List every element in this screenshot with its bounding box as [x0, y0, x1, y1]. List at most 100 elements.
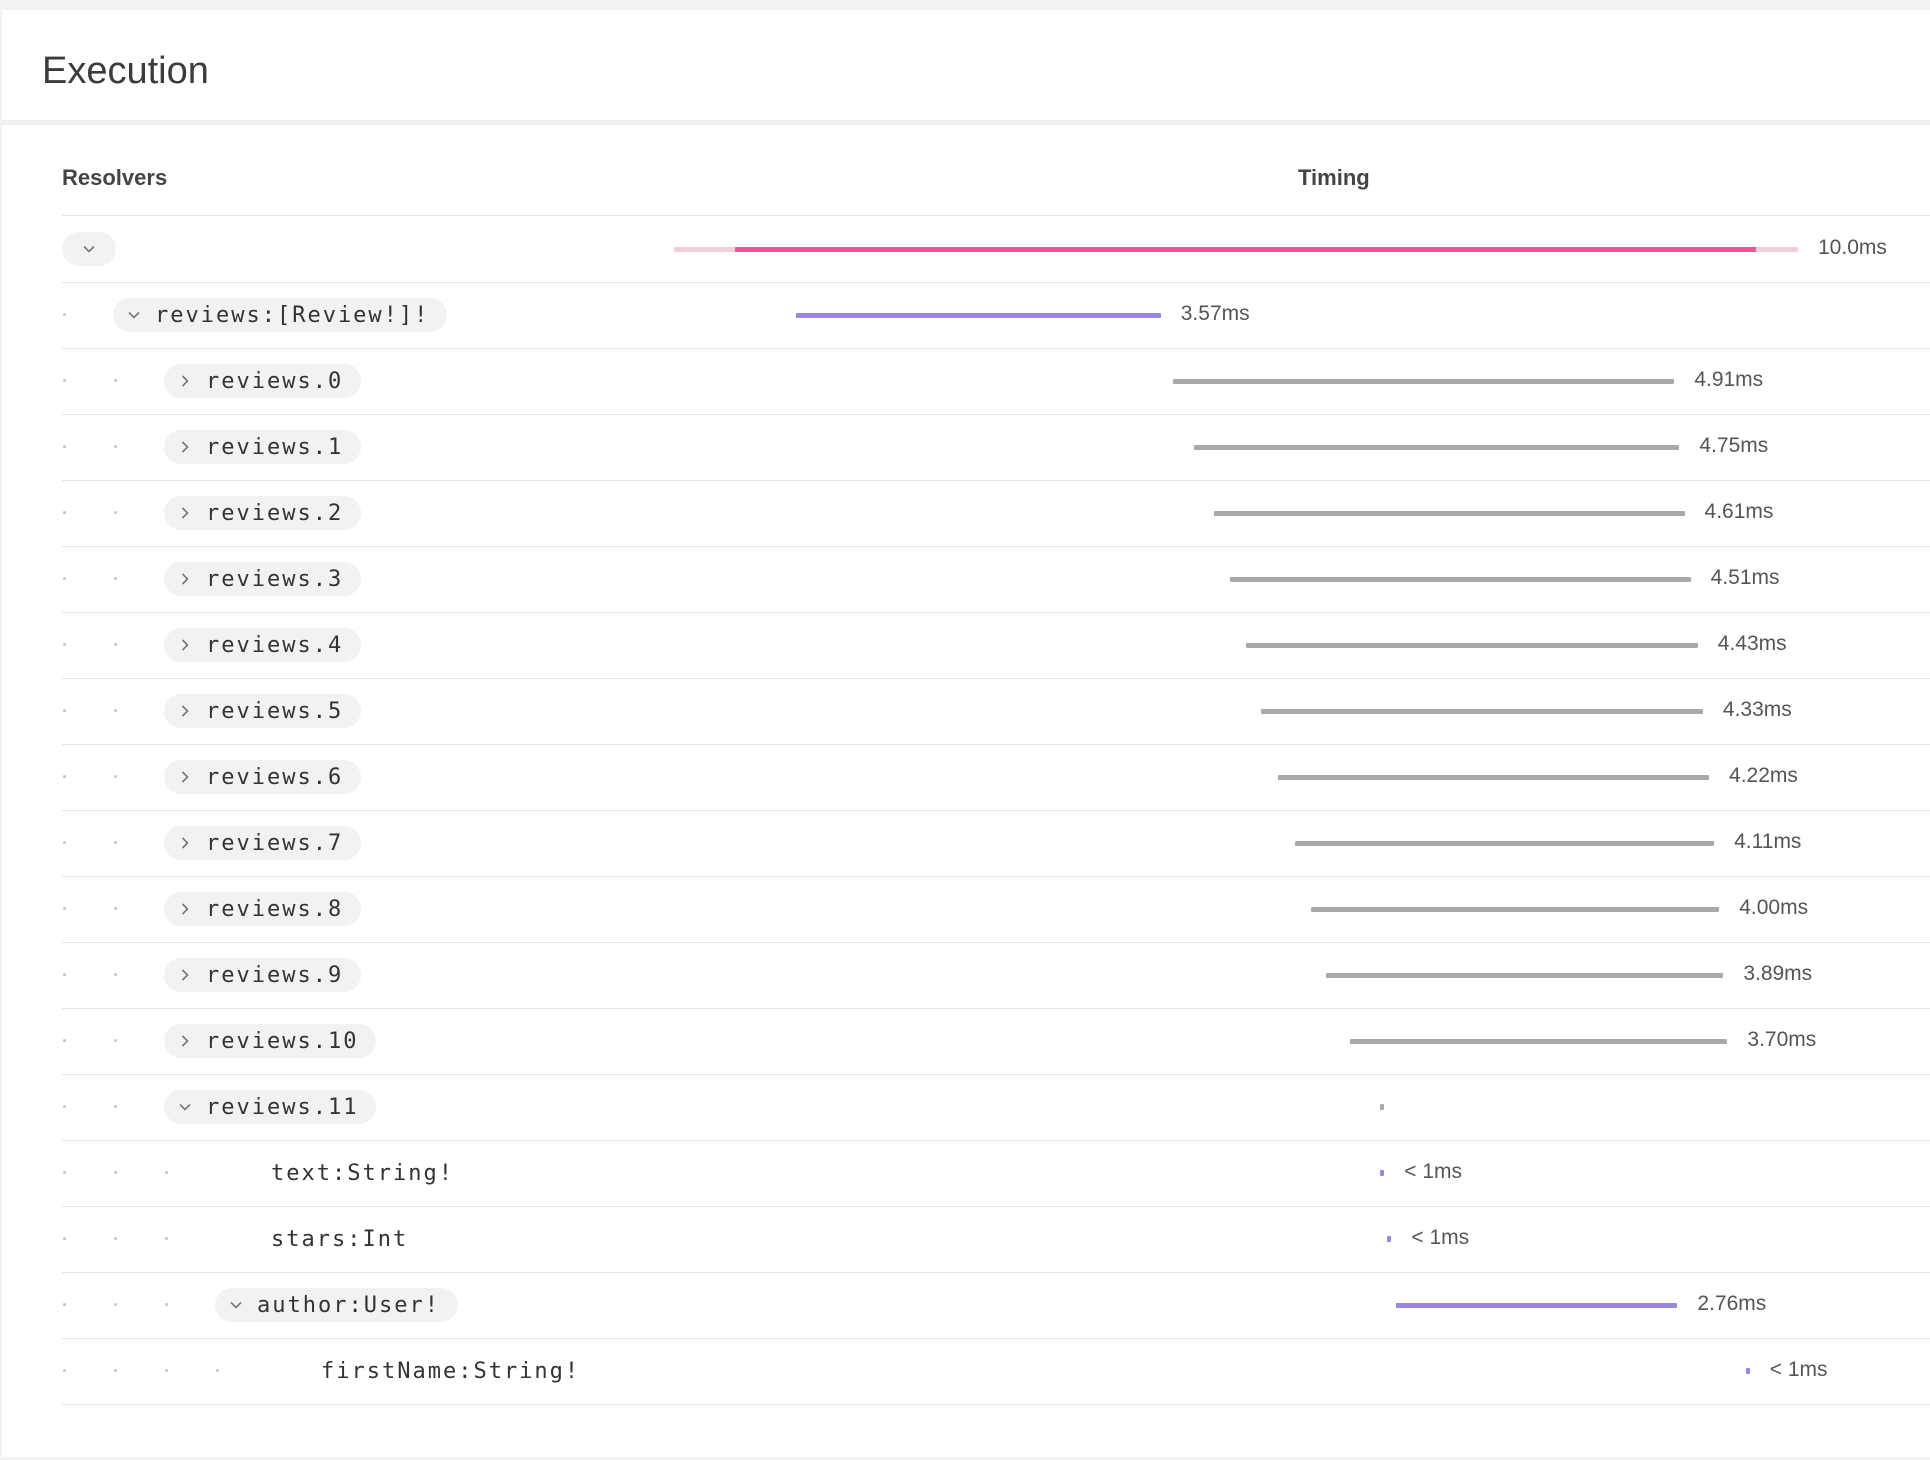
resolver-row[interactable]: reviews.1 4.75ms — [62, 414, 1930, 481]
chevron-right-icon — [178, 770, 192, 784]
timing-bar — [1278, 775, 1710, 780]
resolver-row[interactable]: reviews.3 4.51ms — [62, 546, 1930, 613]
resolvers-column-header: Resolvers — [62, 165, 168, 190]
chevron-right-icon — [178, 704, 192, 718]
indent-dot — [114, 1303, 117, 1306]
duration-label: 4.91ms — [1694, 368, 1764, 391]
resolver-name: stars:Int — [271, 1226, 409, 1252]
resolver-row[interactable]: 10.0ms — [62, 216, 1930, 283]
timing-bar — [1326, 973, 1724, 978]
indent-dot — [63, 907, 66, 910]
indent-dot — [63, 1171, 66, 1174]
resolver-row[interactable]: reviews.4 4.43ms — [62, 612, 1930, 679]
expand-toggle[interactable]: reviews.11 — [164, 1090, 377, 1124]
resolver-row: text:String! < 1ms — [62, 1140, 1930, 1207]
resolver-row: firstName:String! < 1ms — [62, 1338, 1930, 1405]
chevron-down-icon — [178, 1100, 192, 1114]
resolver-row[interactable]: reviews.7 4.11ms — [62, 810, 1930, 877]
indent-dot — [63, 313, 66, 316]
resolver-name: reviews.1 — [206, 434, 344, 460]
chevron-down-icon — [82, 242, 96, 256]
expand-toggle[interactable]: reviews.7 — [164, 826, 362, 860]
resolver-row[interactable]: reviews:[Review!]! 3.57ms — [62, 282, 1930, 349]
indent-dot — [216, 1369, 219, 1372]
expand-toggle[interactable]: reviews.8 — [164, 892, 362, 926]
timing-bar — [1230, 577, 1691, 582]
expand-toggle[interactable]: author:User! — [215, 1288, 458, 1322]
indent-dot — [63, 1237, 66, 1240]
timing-bar — [1380, 1104, 1385, 1110]
expand-toggle[interactable]: reviews.5 — [164, 694, 362, 728]
chevron-down-icon — [229, 1298, 243, 1312]
resolver-row[interactable]: reviews.5 4.33ms — [62, 678, 1930, 745]
expand-toggle[interactable] — [62, 232, 116, 266]
resolver-row[interactable]: reviews.11 — [62, 1074, 1930, 1141]
indent-dot — [114, 907, 117, 910]
resolver-name: reviews:[Review!]! — [155, 302, 430, 328]
expand-toggle[interactable]: reviews.9 — [164, 958, 362, 992]
timing-bar — [1213, 511, 1685, 516]
duration-label: 2.76ms — [1697, 1292, 1767, 1315]
resolver-row[interactable]: reviews.9 3.89ms — [62, 942, 1930, 1009]
chevron-right-icon — [178, 638, 192, 652]
timing-column-header: Timing — [1298, 165, 1370, 190]
indent-dot — [114, 511, 117, 514]
indent-dot — [63, 511, 66, 514]
resolver-row[interactable]: reviews.10 3.70ms — [62, 1008, 1930, 1075]
resolver-name: reviews.7 — [206, 830, 344, 856]
resolver-name: firstName:String! — [321, 1358, 581, 1384]
resolver-name: reviews.2 — [206, 500, 344, 526]
indent-dot — [114, 577, 117, 580]
expand-toggle[interactable]: reviews.3 — [164, 562, 362, 596]
resolver-row[interactable]: reviews.2 4.61ms — [62, 480, 1930, 547]
duration-label: 4.61ms — [1704, 500, 1774, 523]
resolver-row: stars:Int < 1ms — [62, 1206, 1930, 1273]
expand-toggle[interactable]: reviews.1 — [164, 430, 362, 464]
timing-bar — [1380, 1170, 1385, 1176]
expand-toggle[interactable]: reviews.2 — [164, 496, 362, 530]
indent-dot — [114, 841, 117, 844]
indent-dot — [63, 973, 66, 976]
indent-dot — [165, 1237, 168, 1240]
resolver-row[interactable]: reviews.8 4.00ms — [62, 876, 1930, 943]
timing-bar — [1245, 643, 1698, 648]
timing-bar — [1349, 1039, 1728, 1044]
duration-label: < 1ms — [1769, 1358, 1828, 1381]
indent-dot — [114, 1237, 117, 1240]
indent-dot — [114, 709, 117, 712]
duration-label: 10.0ms — [1818, 236, 1887, 259]
resolver-row[interactable]: reviews.6 4.22ms — [62, 744, 1930, 811]
timing-bar — [1745, 1368, 1750, 1374]
chevron-right-icon — [178, 968, 192, 982]
duration-label: 4.75ms — [1699, 434, 1769, 457]
expand-toggle[interactable]: reviews.0 — [164, 364, 362, 398]
resolver-name: reviews.5 — [206, 698, 344, 724]
expand-toggle[interactable]: reviews.6 — [164, 760, 362, 794]
indent-dot — [63, 841, 66, 844]
resolver-name: reviews.0 — [206, 368, 344, 394]
indent-dot — [114, 1105, 117, 1108]
execution-panel: Execution Resolvers Timing 10.0ms reviews… — [2, 10, 1930, 1457]
chevron-right-icon — [178, 440, 192, 454]
expand-toggle[interactable]: reviews.10 — [164, 1024, 377, 1058]
resolver-row[interactable]: author:User! 2.76ms — [62, 1272, 1930, 1339]
indent-dot — [114, 775, 117, 778]
timing-bar — [796, 313, 1161, 318]
indent-dot — [114, 1039, 117, 1042]
indent-dot — [165, 1369, 168, 1372]
indent-dot — [63, 643, 66, 646]
field-label: text:String! — [271, 1156, 472, 1190]
resolver-name: reviews.4 — [206, 632, 344, 658]
duration-label: < 1ms — [1404, 1160, 1463, 1183]
chevron-right-icon — [178, 506, 192, 520]
expand-toggle[interactable]: reviews:[Review!]! — [113, 298, 448, 332]
timing-bar — [1194, 445, 1680, 450]
indent-dot — [63, 379, 66, 382]
timing-bar — [735, 247, 1756, 252]
chevron-right-icon — [178, 374, 192, 388]
expand-toggle[interactable]: reviews.4 — [164, 628, 362, 662]
indent-dot — [114, 1369, 117, 1372]
resolver-row[interactable]: reviews.0 4.91ms — [62, 348, 1930, 415]
indent-dot — [114, 1171, 117, 1174]
duration-label: 3.70ms — [1747, 1028, 1817, 1051]
